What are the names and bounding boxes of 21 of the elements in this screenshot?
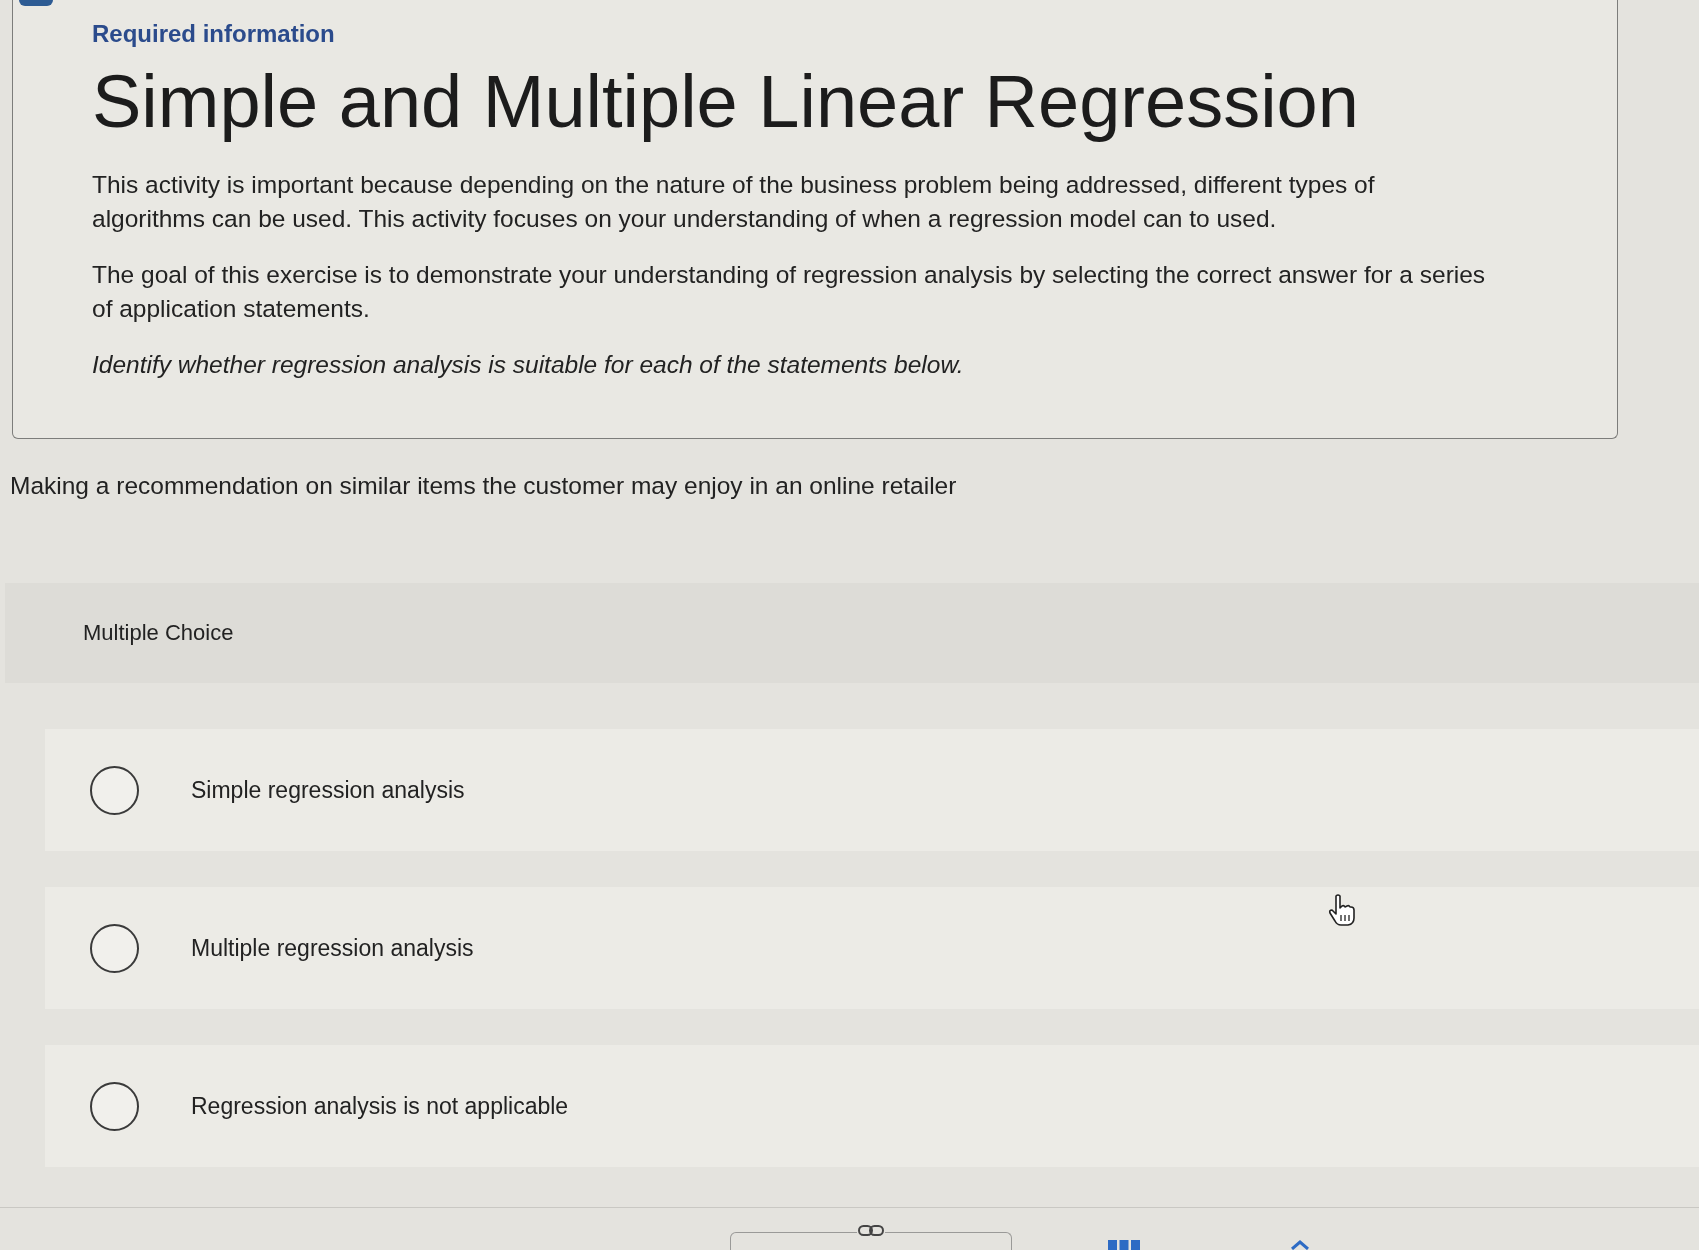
section-label: Required information — [92, 19, 336, 49]
option-label: Multiple regression analysis — [191, 934, 474, 962]
radio-button[interactable] — [90, 1081, 139, 1131]
question-type-label: Multiple Choice — [83, 620, 234, 646]
page-title: Simple and Multiple Linear Regression — [92, 59, 1360, 145]
hand-cursor-icon — [1328, 893, 1356, 927]
corner-accent-mark — [19, 0, 53, 6]
link-icon[interactable] — [857, 1223, 885, 1239]
chevron-icon[interactable] — [1290, 1240, 1310, 1250]
answer-option[interactable]: Regression analysis is not applicable — [45, 1045, 1699, 1167]
question-text: Making a recommendation on similar items the customer may enjoy in an online retailer — [10, 471, 958, 501]
answer-option[interactable]: Multiple regression analysis — [45, 887, 1699, 1009]
description-text: The goal of this exercise is to demonstrate your understanding of regression analysis by selecting the correct answer for a series of application statements. — [92, 260, 1487, 324]
grid-icon[interactable] — [1108, 1238, 1140, 1250]
radio-button[interactable] — [90, 765, 139, 815]
answer-option[interactable]: Simple regression analysis — [45, 729, 1699, 851]
option-label: Regression analysis is not applicable — [191, 1092, 569, 1120]
radio-button[interactable] — [90, 923, 139, 973]
option-label: Simple regression analysis — [191, 776, 465, 804]
instruction-text: Identify whether regression analysis is suitable for each of the statements below. — [92, 350, 965, 380]
description-text: This activity is important because depending on the nature of the business problem being addressed, different types of algorithms can be used. This activity focuses on your understanding of when a regression model can to used. — [92, 170, 1376, 234]
